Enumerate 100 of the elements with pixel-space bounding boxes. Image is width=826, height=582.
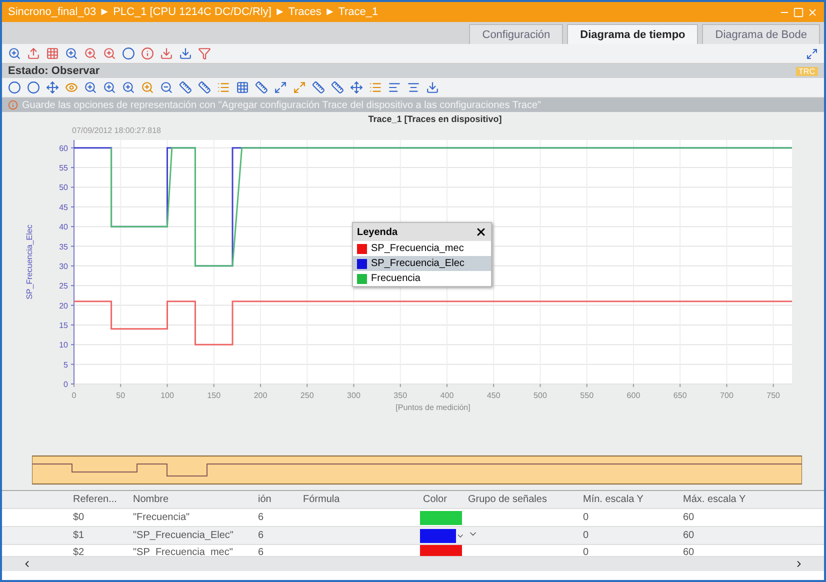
x-tick: 300 (347, 384, 360, 400)
magnifier-icon[interactable] (84, 47, 97, 60)
info-icon[interactable] (141, 47, 154, 60)
ruler-icon[interactable] (179, 81, 192, 94)
table-cell-text: 60 (682, 530, 696, 541)
x-tick-label: 350 (394, 391, 408, 400)
table-cell-text: 0 (582, 530, 590, 541)
tab[interactable]: Configuración (469, 24, 564, 44)
expand-icon[interactable] (806, 48, 818, 60)
table-cell-text: 6 (257, 512, 265, 523)
zoom-in-icon[interactable] (122, 81, 135, 94)
column-header: ión (257, 494, 272, 505)
y-tick: 40 (59, 222, 74, 232)
tab[interactable]: Diagrama de Bode (702, 24, 820, 44)
download-icon[interactable] (426, 81, 439, 94)
y-tick: 55 (59, 164, 74, 173)
info-icon (8, 100, 18, 110)
x-tick-label: 300 (347, 391, 361, 400)
x-tick-label: 450 (486, 391, 501, 400)
legend-item[interactable]: SP_Frecuencia_Elec (353, 256, 491, 271)
move-icon[interactable] (46, 81, 59, 94)
close-icon[interactable] (475, 226, 487, 238)
y-tick-label: 30 (59, 262, 69, 271)
y-tick: 60 (59, 144, 74, 153)
grid-icon[interactable] (236, 81, 249, 94)
chart-title: Trace_1 [Traces en dispositivo] (368, 114, 502, 124)
y-tick: 15 (59, 320, 74, 330)
ruler-icon[interactable] (312, 81, 325, 94)
info-message: Guarde las opciones de representación con "Agregar configuración Trace del dispositivo a las configuraciones Trace" (22, 100, 542, 110)
x-tick: 500 (534, 384, 547, 400)
magnifier-icon[interactable] (103, 47, 116, 60)
legend-title: Leyenda (357, 226, 398, 238)
x-tick-label: 600 (626, 391, 641, 400)
download-icon[interactable] (160, 47, 173, 60)
status-badge: TRC (796, 66, 818, 76)
upload-icon[interactable] (27, 47, 40, 60)
y-tick-label: 35 (59, 242, 69, 252)
y-tick-label: 15 (59, 320, 69, 330)
ruler-icon[interactable] (255, 81, 268, 94)
x-tick-label: 150 (207, 391, 222, 400)
y-tick-label: 20 (59, 301, 69, 310)
table-cell-text: $1 (72, 530, 86, 541)
color-swatch[interactable] (420, 510, 462, 524)
x-tick: 200 (254, 384, 268, 400)
x-tick-label: 100 (160, 391, 174, 400)
y-tick-label: 60 (59, 144, 69, 153)
y-tick-label: 40 (59, 222, 69, 232)
table-row[interactable]: $1 "SP_Frecuencia_Elec" 6 0 60 (2, 527, 824, 545)
legend-item[interactable]: Frecuencia (353, 271, 491, 286)
magnifier-icon[interactable] (65, 47, 78, 60)
expand-icon[interactable] (274, 81, 287, 94)
circle-icon[interactable] (8, 81, 21, 94)
y-tick: 30 (59, 262, 74, 271)
column-header: Máx. escala Y (682, 494, 747, 505)
filter-icon[interactable] (198, 47, 211, 60)
x-tick: 450 (486, 384, 500, 400)
y-tick: 50 (59, 183, 74, 192)
y-axis-label: SP_Frecuencia_Elec (25, 224, 34, 300)
ruler-icon[interactable] (331, 81, 344, 94)
table-cell-text: 0 (582, 512, 590, 523)
circle-icon[interactable] (122, 47, 135, 60)
color-swatch[interactable] (420, 528, 456, 542)
x-tick: 0 (72, 384, 76, 400)
x-tick-label: 500 (534, 391, 548, 400)
ruler-icon[interactable] (198, 81, 211, 94)
zoom-in-icon[interactable] (84, 81, 97, 94)
x-axis-label: [Puntos de medición] (396, 403, 470, 412)
x-tick-label: 0 (72, 391, 77, 400)
zoom-out-icon[interactable] (160, 81, 173, 94)
y-tick: 20 (59, 301, 74, 310)
circle-icon[interactable] (27, 81, 40, 94)
column-header: Mín. escala Y (582, 494, 644, 505)
align-center-icon[interactable] (407, 81, 420, 94)
column-header: Referen... (72, 494, 118, 505)
table-row[interactable]: $0 "Frecuencia" 6 0 60 (2, 509, 824, 527)
table-cell-text: 60 (682, 546, 696, 556)
status-label: Estado: Observar (8, 65, 100, 77)
tab[interactable]: Diagrama de tiempo (567, 24, 698, 44)
x-tick: 550 (580, 384, 594, 400)
table-cell-text: "SP_Frecuencia_Elec" (132, 530, 234, 541)
x-tick: 650 (673, 384, 687, 400)
x-tick: 250 (300, 384, 314, 400)
x-tick-label: 200 (254, 391, 268, 400)
align-left-icon[interactable] (388, 81, 401, 94)
grid-icon[interactable] (46, 47, 59, 60)
y-tick-label: 0 (64, 380, 69, 389)
color-swatch[interactable] (420, 545, 462, 556)
zoom-in-icon[interactable] (103, 81, 116, 94)
x-tick: 150 (207, 384, 221, 400)
column-header: Fórmula (302, 494, 341, 505)
download-icon[interactable] (179, 47, 192, 60)
move-icon[interactable] (350, 81, 363, 94)
table-cell-text: $0 (72, 512, 86, 523)
timestamp: 07/09/2012 18:00:27.818 (72, 126, 161, 135)
y-tick: 35 (59, 242, 74, 252)
x-tick: 700 (720, 384, 734, 400)
magnifier-icon[interactable] (8, 47, 21, 60)
legend-item[interactable]: SP_Frecuencia_mec (353, 241, 491, 256)
column-header: Color (422, 494, 448, 505)
x-tick: 600 (626, 384, 640, 400)
